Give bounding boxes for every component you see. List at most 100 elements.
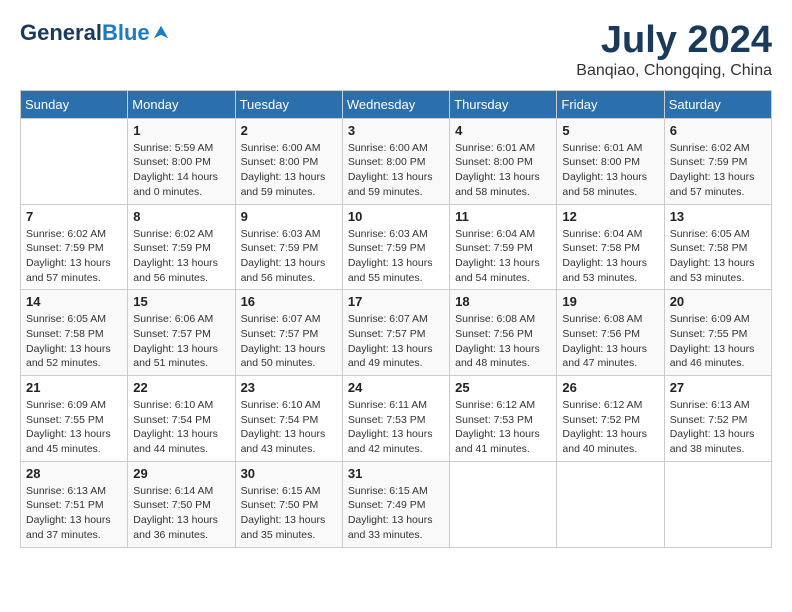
day-number: 15 — [133, 294, 229, 309]
calendar-cell: 30Sunrise: 6:15 AMSunset: 7:50 PMDayligh… — [235, 461, 342, 547]
calendar-cell: 4 Sunrise: 6:01 AMSunset: 8:00 PMDaylight… — [450, 118, 557, 204]
day-info: Sunrise: 6:04 AMSunset: 7:58 PMDaylight:… — [562, 227, 658, 286]
day-number: 4 — [455, 123, 551, 138]
weekday-header-tuesday: Tuesday — [235, 90, 342, 118]
calendar-cell: 28Sunrise: 6:13 AMSunset: 7:51 PMDayligh… — [21, 461, 128, 547]
weekday-header-friday: Friday — [557, 90, 664, 118]
logo-icon — [152, 24, 170, 42]
weekday-header-saturday: Saturday — [664, 90, 771, 118]
day-number: 25 — [455, 380, 551, 395]
day-info: Sunrise: 6:05 AMSunset: 7:58 PMDaylight:… — [26, 312, 122, 371]
day-number: 22 — [133, 380, 229, 395]
location-subtitle: Banqiao, Chongqing, China — [576, 62, 772, 80]
title-block: July 2024 Banqiao, Chongqing, China — [576, 20, 772, 80]
calendar-week-2: 7 Sunrise: 6:02 AMSunset: 7:59 PMDaylight… — [21, 204, 772, 290]
calendar-cell: 23 Sunrise: 6:10 AMSunset: 7:54 PMDayligh… — [235, 376, 342, 462]
calendar-cell: 17Sunrise: 6:07 AMSunset: 7:57 PMDayligh… — [342, 290, 449, 376]
day-number: 14 — [26, 294, 122, 309]
calendar-cell — [21, 118, 128, 204]
calendar-cell: 11Sunrise: 6:04 AMSunset: 7:59 PMDayligh… — [450, 204, 557, 290]
calendar-cell: 22Sunrise: 6:10 AMSunset: 7:54 PMDayligh… — [128, 376, 235, 462]
calendar-cell: 5Sunrise: 6:01 AMSunset: 8:00 PMDaylight… — [557, 118, 664, 204]
day-number: 1 — [133, 123, 229, 138]
day-info: Sunrise: 6:14 AMSunset: 7:50 PMDaylight:… — [133, 484, 229, 543]
day-info: Sunrise: 6:01 AMSunset: 8:00 PMDaylight:… — [455, 141, 551, 200]
day-number: 18 — [455, 294, 551, 309]
calendar-cell: 29 Sunrise: 6:14 AMSunset: 7:50 PMDayligh… — [128, 461, 235, 547]
day-number: 19 — [562, 294, 658, 309]
day-info: Sunrise: 6:15 AMSunset: 7:49 PMDaylight:… — [348, 484, 444, 543]
day-info: Sunrise: 6:13 AMSunset: 7:51 PMDaylight:… — [26, 484, 122, 543]
day-info: Sunrise: 6:07 AMSunset: 7:57 PMDaylight:… — [348, 312, 444, 371]
calendar-cell: 24 Sunrise: 6:11 AMSunset: 7:53 PMDayligh… — [342, 376, 449, 462]
day-number: 2 — [241, 123, 337, 138]
logo: GeneralBlue — [20, 20, 170, 46]
calendar-cell: 7 Sunrise: 6:02 AMSunset: 7:59 PMDaylight… — [21, 204, 128, 290]
weekday-header-wednesday: Wednesday — [342, 90, 449, 118]
day-number: 7 — [26, 209, 122, 224]
calendar-week-5: 28Sunrise: 6:13 AMSunset: 7:51 PMDayligh… — [21, 461, 772, 547]
day-number: 30 — [241, 466, 337, 481]
day-info: Sunrise: 6:07 AMSunset: 7:57 PMDaylight:… — [241, 312, 337, 371]
calendar-cell: 3 Sunrise: 6:00 AMSunset: 8:00 PMDaylight… — [342, 118, 449, 204]
day-info: Sunrise: 6:05 AMSunset: 7:58 PMDaylight:… — [670, 227, 766, 286]
page-header: GeneralBlue July 2024 Banqiao, Chongqing… — [20, 20, 772, 80]
calendar-cell: 13 Sunrise: 6:05 AMSunset: 7:58 PMDayligh… — [664, 204, 771, 290]
day-info: Sunrise: 6:02 AMSunset: 7:59 PMDaylight:… — [133, 227, 229, 286]
calendar-cell: 15Sunrise: 6:06 AMSunset: 7:57 PMDayligh… — [128, 290, 235, 376]
day-number: 8 — [133, 209, 229, 224]
day-info: Sunrise: 6:03 AMSunset: 7:59 PMDaylight:… — [348, 227, 444, 286]
calendar-cell: 31Sunrise: 6:15 AMSunset: 7:49 PMDayligh… — [342, 461, 449, 547]
day-number: 24 — [348, 380, 444, 395]
calendar-cell — [450, 461, 557, 547]
day-info: Sunrise: 6:12 AMSunset: 7:52 PMDaylight:… — [562, 398, 658, 457]
day-info: Sunrise: 6:10 AMSunset: 7:54 PMDaylight:… — [241, 398, 337, 457]
calendar-cell: 9 Sunrise: 6:03 AMSunset: 7:59 PMDaylight… — [235, 204, 342, 290]
day-info: Sunrise: 6:08 AMSunset: 7:56 PMDaylight:… — [455, 312, 551, 371]
day-info: Sunrise: 6:00 AMSunset: 8:00 PMDaylight:… — [348, 141, 444, 200]
calendar-cell: 10Sunrise: 6:03 AMSunset: 7:59 PMDayligh… — [342, 204, 449, 290]
weekday-header-sunday: Sunday — [21, 90, 128, 118]
day-info: Sunrise: 6:02 AMSunset: 7:59 PMDaylight:… — [26, 227, 122, 286]
day-number: 29 — [133, 466, 229, 481]
weekday-header-thursday: Thursday — [450, 90, 557, 118]
day-number: 12 — [562, 209, 658, 224]
day-info: Sunrise: 6:12 AMSunset: 7:53 PMDaylight:… — [455, 398, 551, 457]
calendar-body: 1 Sunrise: 5:59 AMSunset: 8:00 PMDaylight… — [21, 118, 772, 547]
day-number: 13 — [670, 209, 766, 224]
calendar-cell: 1 Sunrise: 5:59 AMSunset: 8:00 PMDaylight… — [128, 118, 235, 204]
day-info: Sunrise: 6:11 AMSunset: 7:53 PMDaylight:… — [348, 398, 444, 457]
day-number: 23 — [241, 380, 337, 395]
calendar-cell: 8 Sunrise: 6:02 AMSunset: 7:59 PMDaylight… — [128, 204, 235, 290]
calendar-cell: 26 Sunrise: 6:12 AMSunset: 7:52 PMDayligh… — [557, 376, 664, 462]
calendar-cell: 12 Sunrise: 6:04 AMSunset: 7:58 PMDayligh… — [557, 204, 664, 290]
calendar-header-row: SundayMondayTuesdayWednesdayThursdayFrid… — [21, 90, 772, 118]
day-number: 26 — [562, 380, 658, 395]
day-number: 16 — [241, 294, 337, 309]
calendar-cell: 18 Sunrise: 6:08 AMSunset: 7:56 PMDayligh… — [450, 290, 557, 376]
day-info: Sunrise: 6:13 AMSunset: 7:52 PMDaylight:… — [670, 398, 766, 457]
calendar-cell — [557, 461, 664, 547]
day-info: Sunrise: 6:00 AMSunset: 8:00 PMDaylight:… — [241, 141, 337, 200]
calendar-week-4: 21Sunrise: 6:09 AMSunset: 7:55 PMDayligh… — [21, 376, 772, 462]
calendar-week-3: 14 Sunrise: 6:05 AMSunset: 7:58 PMDayligh… — [21, 290, 772, 376]
day-info: Sunrise: 6:02 AMSunset: 7:59 PMDaylight:… — [670, 141, 766, 200]
calendar-week-1: 1 Sunrise: 5:59 AMSunset: 8:00 PMDaylight… — [21, 118, 772, 204]
calendar-cell: 25 Sunrise: 6:12 AMSunset: 7:53 PMDayligh… — [450, 376, 557, 462]
calendar-table: SundayMondayTuesdayWednesdayThursdayFrid… — [20, 90, 772, 548]
calendar-cell: 6Sunrise: 6:02 AMSunset: 7:59 PMDaylight… — [664, 118, 771, 204]
calendar-cell: 19Sunrise: 6:08 AMSunset: 7:56 PMDayligh… — [557, 290, 664, 376]
calendar-cell — [664, 461, 771, 547]
day-info: Sunrise: 6:09 AMSunset: 7:55 PMDaylight:… — [670, 312, 766, 371]
day-number: 3 — [348, 123, 444, 138]
day-number: 21 — [26, 380, 122, 395]
day-info: Sunrise: 5:59 AMSunset: 8:00 PMDaylight:… — [133, 141, 229, 200]
logo-general: GeneralBlue — [20, 20, 150, 46]
day-number: 9 — [241, 209, 337, 224]
day-number: 20 — [670, 294, 766, 309]
day-info: Sunrise: 6:03 AMSunset: 7:59 PMDaylight:… — [241, 227, 337, 286]
calendar-cell: 27 Sunrise: 6:13 AMSunset: 7:52 PMDayligh… — [664, 376, 771, 462]
day-number: 27 — [670, 380, 766, 395]
day-number: 5 — [562, 123, 658, 138]
weekday-header-monday: Monday — [128, 90, 235, 118]
